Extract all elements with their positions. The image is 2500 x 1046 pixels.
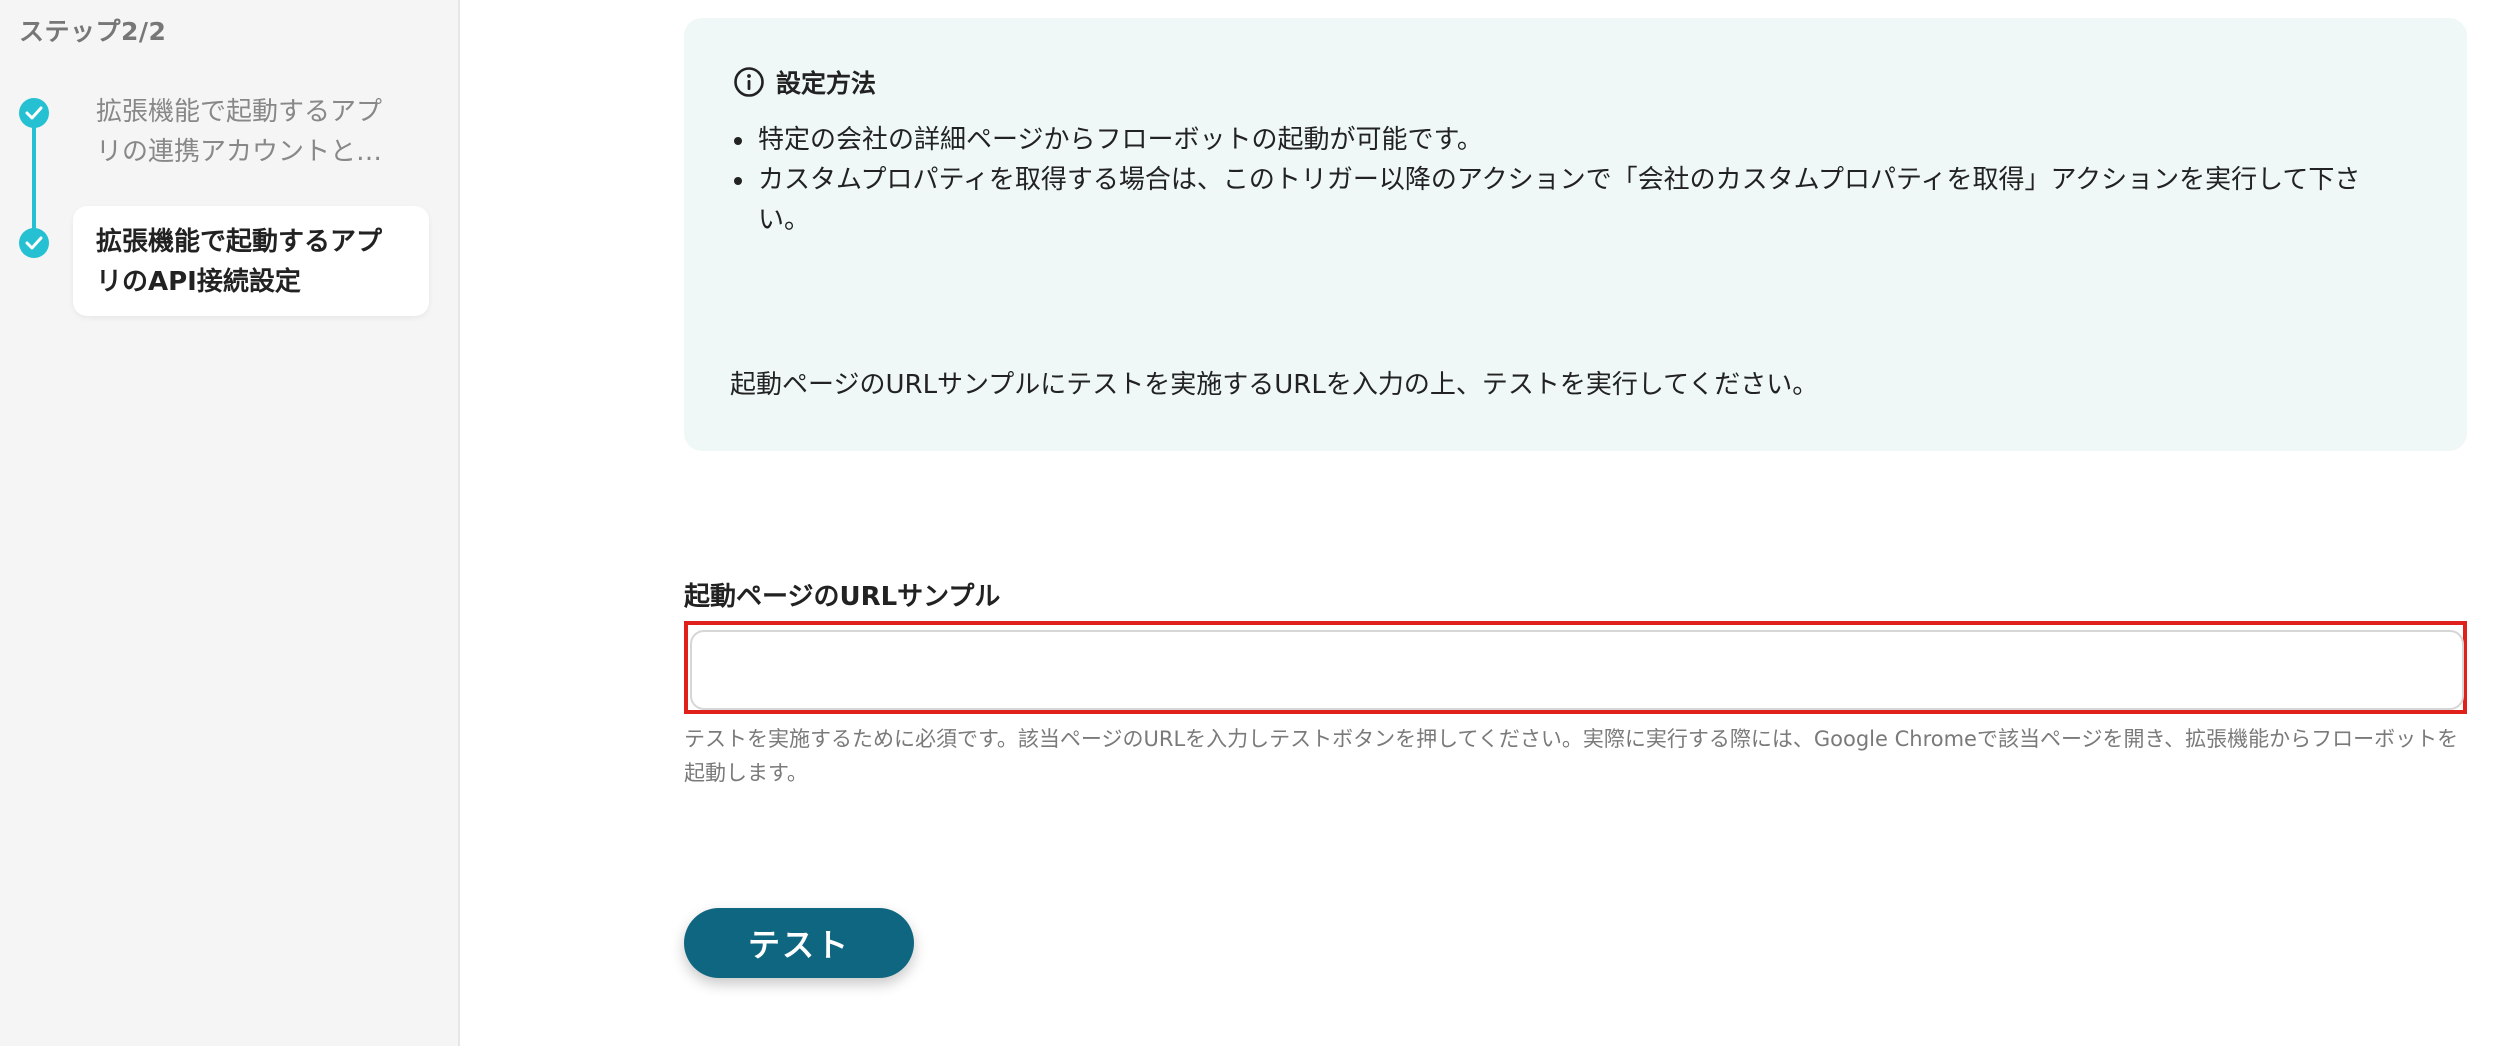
step-heading: ステップ2/2 [19, 17, 167, 46]
setup-instructions-title: 設定方法 [732, 64, 876, 100]
sidebar-step-1[interactable]: 拡張機能で起動するアプ リの連携アカウントと… [96, 92, 416, 172]
setup-instruction-item: 特定の会社の詳細ページからフローボットの起動が可能です。 [730, 120, 2410, 160]
sidebar-step-2-label-line2: リのAPI接続設定 [96, 267, 301, 297]
sidebar-step-1-label-line2: リの連携アカウントと… [96, 137, 383, 167]
step-1-check-icon [19, 98, 49, 128]
setup-instructions-box: 設定方法 特定の会社の詳細ページからフローボットの起動が可能です。 カスタムプロ… [684, 18, 2467, 451]
step-connector-line [32, 118, 36, 240]
setup-instructions-list: 特定の会社の詳細ページからフローボットの起動が可能です。 カスタムプロパティを取… [730, 120, 2410, 240]
setup-instruction-item: カスタムプロパティを取得する場合は、このトリガー以降のアクションで「会社のカスタ… [730, 160, 2410, 240]
sidebar: ステップ2/2 拡張機能で起動するアプ リの連携アカウントと… 拡張機能で起動す… [0, 0, 460, 1046]
info-circle-icon [734, 67, 764, 97]
sidebar-step-2-label-line1: 拡張機能で起動するアプ [96, 227, 383, 257]
test-button[interactable]: テスト [684, 908, 914, 978]
setup-instructions-title-text: 設定方法 [776, 69, 877, 98]
step-2-check-icon [19, 228, 49, 258]
url-sample-label: 起動ページのURLサンプル [684, 582, 1001, 612]
sidebar-step-1-label-line1: 拡張機能で起動するアプ [96, 97, 383, 127]
setup-instructions-note: 起動ページのURLサンプルにテストを実施するURLを入力の上、テストを実行してく… [730, 370, 1819, 400]
page-root: ステップ2/2 拡張機能で起動するアプ リの連携アカウントと… 拡張機能で起動す… [0, 0, 2500, 1046]
url-sample-input[interactable] [690, 630, 2464, 710]
sidebar-step-2[interactable]: 拡張機能で起動するアプ リのAPI接続設定 [96, 222, 416, 302]
url-sample-helper-text: テストを実施するために必須です。該当ページのURLを入力しテストボタンを押してく… [684, 727, 2459, 785]
